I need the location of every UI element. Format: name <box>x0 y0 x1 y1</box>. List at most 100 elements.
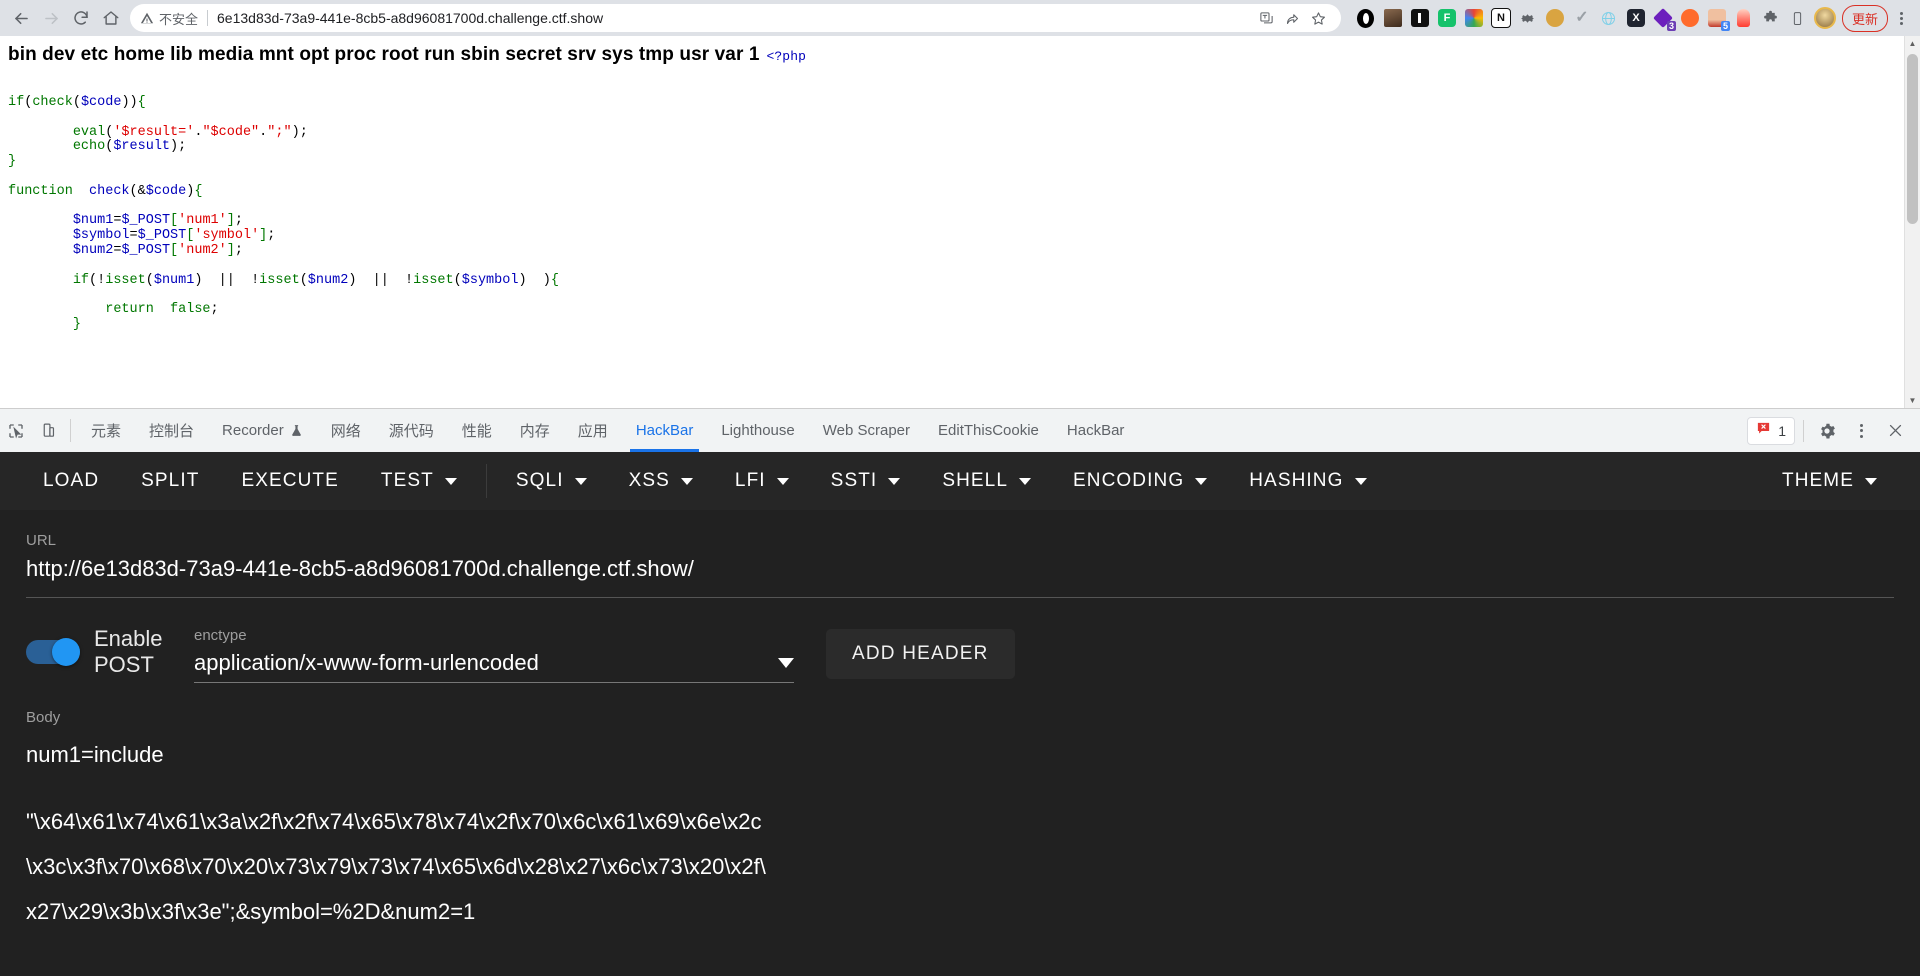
hackbar-ssti-menu[interactable]: SSTI <box>810 470 922 492</box>
body-line: num1=include <box>26 732 1894 777</box>
purple-diamond-extension[interactable]: 3 <box>1650 5 1676 31</box>
reload-button[interactable] <box>66 3 96 33</box>
chevron-down-icon <box>1195 478 1207 485</box>
button-label: XSS <box>629 470 670 492</box>
enable-post-toggle-group: Enable POST <box>26 626 194 684</box>
tab-label: 控制台 <box>149 420 194 441</box>
update-button[interactable]: 更新 <box>1842 5 1888 32</box>
scroll-down-arrow[interactable]: ▼ <box>1905 393 1920 408</box>
hackbar-encoding-menu[interactable]: ENCODING <box>1052 470 1228 492</box>
hackbar-execute-button[interactable]: EXECUTE <box>220 470 359 492</box>
url-field-group: URL http://6e13d83d-73a9-441e-8cb5-a8d96… <box>26 532 1894 598</box>
tab-recorder[interactable]: Recorder <box>208 409 317 452</box>
home-button[interactable] <box>96 3 126 33</box>
hackbar-toolbar: LOAD SPLIT EXECUTE TEST SQLI XSS LFI SST… <box>0 452 1920 510</box>
translate-icon[interactable] <box>1255 6 1279 30</box>
php-source-code: if(check($code)){ eval('$result='."$code… <box>8 96 1920 333</box>
grammarly-extension[interactable]: F <box>1434 5 1460 31</box>
dark-reader-extension[interactable] <box>1407 5 1433 31</box>
hackbar-theme-menu[interactable]: THEME <box>1761 470 1898 492</box>
url-text: 6e13d83d-73a9-441e-8cb5-a8d96081700d.cha… <box>217 10 1249 26</box>
tab-application[interactable]: 应用 <box>564 409 622 452</box>
hackbar-xss-menu[interactable]: XSS <box>608 470 714 492</box>
tab-label: Web Scraper <box>823 422 910 439</box>
tab-label: 应用 <box>578 420 608 441</box>
tab-network[interactable]: 网络 <box>317 409 375 452</box>
hackbar-sqli-menu[interactable]: SQLI <box>495 470 608 492</box>
hackbar-split-button[interactable]: SPLIT <box>120 470 220 492</box>
button-label: SPLIT <box>141 470 199 492</box>
device-toolbar-icon[interactable] <box>32 409 64 452</box>
enctype-select[interactable]: application/x-www-form-urlencoded <box>194 650 794 683</box>
body-textarea[interactable]: num1=include "\x64\x61\x74\x61\x3a\x2f\x… <box>26 732 1894 934</box>
scroll-up-arrow[interactable]: ▲ <box>1905 36 1920 51</box>
tab-hackbar[interactable]: HackBar <box>622 409 708 452</box>
devtools-tab-list: 元素 控制台 Recorder 网络 源代码 性能 内存 应用 HackBar … <box>77 409 1747 452</box>
tab-hackbar-secondary[interactable]: HackBar <box>1053 409 1139 452</box>
bookmark-star-icon[interactable] <box>1307 6 1331 30</box>
tab-elements[interactable]: 元素 <box>77 409 135 452</box>
tab-label: EditThisCookie <box>938 422 1039 439</box>
hackbar-load-button[interactable]: LOAD <box>22 470 120 492</box>
page-content: bin dev etc home lib media mnt opt proc … <box>0 36 1920 408</box>
page-scrollbar[interactable]: ▲ ▼ <box>1904 36 1920 408</box>
chevron-down-icon <box>1019 478 1031 485</box>
tab-memory[interactable]: 内存 <box>506 409 564 452</box>
forward-button[interactable] <box>36 3 66 33</box>
tab-lighthouse[interactable]: Lighthouse <box>707 409 808 452</box>
tab-sources[interactable]: 源代码 <box>375 409 448 452</box>
enable-post-toggle[interactable] <box>26 640 80 664</box>
settings-gear-icon[interactable] <box>1812 416 1842 446</box>
url-input[interactable]: http://6e13d83d-73a9-441e-8cb5-a8d960817… <box>26 555 1894 583</box>
share-icon[interactable] <box>1281 6 1305 30</box>
anime-avatar-extension[interactable] <box>1380 5 1406 31</box>
notion-web-clipper-extension[interactable]: N <box>1488 5 1514 31</box>
security-indicator[interactable]: 不安全 <box>140 9 198 28</box>
hackbar-form: URL http://6e13d83d-73a9-441e-8cb5-a8d96… <box>0 510 1920 934</box>
hackbar-test-menu[interactable]: TEST <box>360 470 478 492</box>
tab-console[interactable]: 控制台 <box>135 409 208 452</box>
hackbar-hashing-menu[interactable]: HASHING <box>1228 470 1387 492</box>
address-bar[interactable]: 不安全 6e13d83d-73a9-441e-8cb5-a8d96081700d… <box>130 4 1341 32</box>
hackbar-lfi-menu[interactable]: LFI <box>714 470 810 492</box>
button-label: LFI <box>735 470 766 492</box>
tab-performance[interactable]: 性能 <box>448 409 506 452</box>
more-options-icon[interactable] <box>1846 416 1876 446</box>
tab-label: Lighthouse <box>721 422 794 439</box>
tab-web-scraper[interactable]: Web Scraper <box>809 409 924 452</box>
hackbar-shell-menu[interactable]: SHELL <box>921 470 1052 492</box>
profile-avatar[interactable] <box>1812 5 1838 31</box>
post-options-row: Enable POST enctype application/x-www-fo… <box>26 626 1894 684</box>
add-header-button[interactable]: ADD HEADER <box>826 629 1015 679</box>
cookie-editor-extension[interactable] <box>1542 5 1568 31</box>
x-black-extension[interactable]: X <box>1623 5 1649 31</box>
page-scrollbar-thumb[interactable] <box>1907 54 1918 224</box>
hackbar-panel: LOAD SPLIT EXECUTE TEST SQLI XSS LFI SST… <box>0 452 1920 976</box>
toolbar-divider <box>486 464 487 498</box>
body-field-label: Body <box>26 709 1894 726</box>
detective-extension[interactable]: 5 <box>1704 5 1730 31</box>
back-button[interactable] <box>6 3 36 33</box>
button-label: SHELL <box>942 470 1008 492</box>
opera-o-extension[interactable] <box>1353 5 1379 31</box>
chevron-down-icon <box>888 478 900 485</box>
orange-ball-extension[interactable] <box>1677 5 1703 31</box>
gear-extension[interactable] <box>1515 5 1541 31</box>
tab-editthiscookie[interactable]: EditThisCookie <box>924 409 1053 452</box>
puzzle-piece-extension[interactable] <box>1758 5 1784 31</box>
colorful-pinwheel-extension[interactable] <box>1461 5 1487 31</box>
toolbar-divider <box>70 419 71 442</box>
red-capsule-extension[interactable] <box>1731 5 1757 31</box>
inspect-element-icon[interactable] <box>0 409 32 452</box>
button-label: SQLI <box>516 470 564 492</box>
button-label: LOAD <box>43 470 99 492</box>
body-field-group: Body num1=include "\x64\x61\x74\x61\x3a\… <box>26 709 1894 934</box>
error-count-badge[interactable]: 1 <box>1747 417 1795 445</box>
checkmark-extension[interactable]: ✓ <box>1569 5 1595 31</box>
toggle-knob <box>52 638 80 666</box>
close-icon[interactable] <box>1880 416 1910 446</box>
browser-menu-button[interactable] <box>1888 12 1914 25</box>
globe-wireframe-extension[interactable] <box>1596 5 1622 31</box>
device-toolbar-extension[interactable] <box>1785 5 1811 31</box>
tab-label: 内存 <box>520 420 550 441</box>
